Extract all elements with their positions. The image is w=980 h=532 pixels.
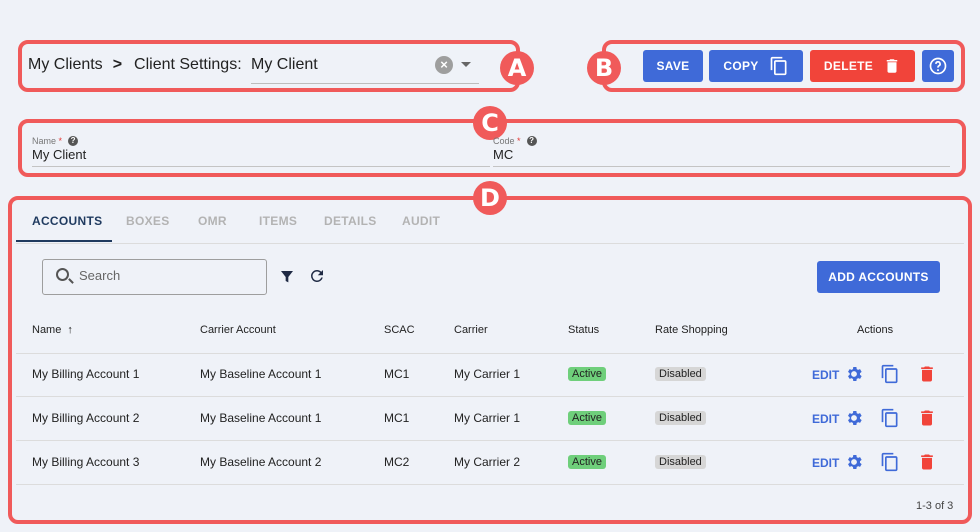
copy-icon[interactable] bbox=[880, 408, 900, 428]
tab-audit[interactable]: AUDIT bbox=[402, 214, 440, 228]
trash-icon[interactable] bbox=[917, 408, 937, 428]
copy-icon[interactable] bbox=[880, 364, 900, 384]
status-badge: Active bbox=[568, 411, 606, 425]
cell-carrier: My Carrier 1 bbox=[454, 411, 521, 425]
column-header-name[interactable]: Name ↑ bbox=[32, 324, 73, 336]
column-header-actions: Actions bbox=[857, 324, 894, 336]
edit-link[interactable]: EDIT bbox=[812, 456, 839, 470]
column-header-carrier: Carrier bbox=[454, 324, 488, 336]
cell-name: My Billing Account 3 bbox=[32, 455, 140, 469]
gear-icon[interactable] bbox=[844, 364, 864, 384]
add-accounts-label: ADD ACCOUNTS bbox=[828, 270, 929, 284]
trash-icon[interactable] bbox=[917, 364, 937, 384]
badge-b: B bbox=[587, 51, 621, 85]
cell-name: My Billing Account 2 bbox=[32, 411, 140, 425]
edit-link[interactable]: EDIT bbox=[812, 412, 839, 426]
tab-bar: ACCOUNTS BOXES OMR ITEMS DETAILS AUDIT bbox=[16, 200, 964, 244]
pagination-label: 1-3 of 3 bbox=[916, 500, 954, 512]
search-icon bbox=[56, 268, 69, 281]
column-header-scac: SCAC bbox=[384, 324, 415, 336]
tab-omr[interactable]: OMR bbox=[198, 214, 227, 228]
chevron-down-icon[interactable] bbox=[461, 62, 471, 67]
copy-button-label: COPY bbox=[723, 59, 759, 73]
callout-d bbox=[8, 196, 972, 524]
rate-shopping-badge: Disabled bbox=[655, 455, 706, 469]
badge-c: C bbox=[473, 106, 507, 140]
cell-carrier-account: My Baseline Account 2 bbox=[200, 455, 322, 469]
cell-carrier-account: My Baseline Account 1 bbox=[200, 411, 322, 425]
name-required-mark: * bbox=[58, 136, 63, 146]
copy-icon[interactable] bbox=[880, 452, 900, 472]
save-button-label: SAVE bbox=[656, 59, 690, 73]
save-button[interactable]: SAVE bbox=[643, 50, 703, 82]
clear-icon[interactable]: × bbox=[435, 56, 453, 74]
breadcrumb-separator: > bbox=[112, 56, 123, 73]
row-divider bbox=[16, 440, 964, 441]
name-field-label: Name * ? bbox=[32, 136, 79, 146]
column-header-rate-shopping: Rate Shopping bbox=[655, 324, 728, 336]
column-header-status: Status bbox=[568, 324, 600, 336]
name-label-text: Name bbox=[32, 136, 57, 146]
badge-a: A bbox=[500, 51, 534, 85]
rate-shopping-badge: Disabled bbox=[655, 411, 706, 425]
row-divider bbox=[16, 396, 964, 397]
help-icon[interactable]: ? bbox=[68, 136, 79, 146]
client-select-value: My Client bbox=[251, 56, 318, 73]
status-badge: Active bbox=[568, 455, 606, 469]
column-header-carrier-account: Carrier Account bbox=[200, 324, 276, 336]
tab-accounts[interactable]: ACCOUNTS bbox=[32, 214, 102, 228]
copy-icon bbox=[770, 56, 787, 76]
trash-icon[interactable] bbox=[917, 452, 937, 472]
breadcrumb-current: Client Settings: bbox=[134, 56, 242, 73]
sort-asc-icon[interactable]: ↑ bbox=[67, 324, 73, 336]
name-field[interactable]: My Client bbox=[32, 147, 86, 162]
search-input[interactable] bbox=[79, 268, 259, 283]
code-required-mark: * bbox=[517, 136, 521, 146]
rate-shopping-badge: Disabled bbox=[655, 367, 706, 381]
breadcrumb: My Clients > Client Settings: bbox=[28, 56, 242, 74]
code-field[interactable]: MC bbox=[493, 147, 513, 162]
cell-scac: MC2 bbox=[384, 455, 410, 469]
edit-link[interactable]: EDIT bbox=[812, 368, 839, 382]
cell-carrier: My Carrier 2 bbox=[454, 455, 521, 469]
row-divider bbox=[16, 353, 964, 354]
cell-carrier-account: My Baseline Account 1 bbox=[200, 367, 322, 381]
breadcrumb-root-link[interactable]: My Clients bbox=[28, 56, 103, 74]
cell-carrier: My Carrier 1 bbox=[454, 367, 521, 381]
trash-icon bbox=[886, 59, 898, 73]
help-button[interactable] bbox=[922, 50, 954, 82]
tab-items[interactable]: ITEMS bbox=[259, 214, 297, 228]
status-badge: Active bbox=[568, 367, 606, 381]
refresh-icon[interactable] bbox=[308, 267, 326, 285]
cell-scac: MC1 bbox=[384, 367, 410, 381]
help-icon[interactable]: ? bbox=[526, 136, 537, 146]
gear-icon[interactable] bbox=[844, 452, 864, 472]
active-tab-indicator bbox=[16, 240, 112, 242]
tab-boxes[interactable]: BOXES bbox=[126, 214, 170, 228]
delete-button-label: DELETE bbox=[823, 59, 874, 73]
row-divider bbox=[16, 484, 964, 485]
gear-icon[interactable] bbox=[844, 408, 864, 428]
cell-name: My Billing Account 1 bbox=[32, 367, 140, 381]
add-accounts-button[interactable]: ADD ACCOUNTS bbox=[817, 261, 940, 293]
help-circle-icon bbox=[929, 57, 947, 75]
code-label-text: Code bbox=[493, 136, 515, 146]
code-field-label: Code * ? bbox=[493, 136, 537, 146]
code-field-underline bbox=[493, 166, 950, 167]
client-select[interactable]: My Client × bbox=[251, 48, 479, 84]
copy-button[interactable]: COPY bbox=[709, 50, 803, 82]
cell-scac: MC1 bbox=[384, 411, 410, 425]
filter-icon[interactable] bbox=[279, 269, 295, 285]
tab-details[interactable]: DETAILS bbox=[324, 214, 377, 228]
column-header-name-label: Name bbox=[32, 324, 62, 336]
delete-button[interactable]: DELETE bbox=[810, 50, 915, 82]
search-box[interactable] bbox=[42, 259, 267, 295]
name-field-underline bbox=[32, 166, 490, 167]
